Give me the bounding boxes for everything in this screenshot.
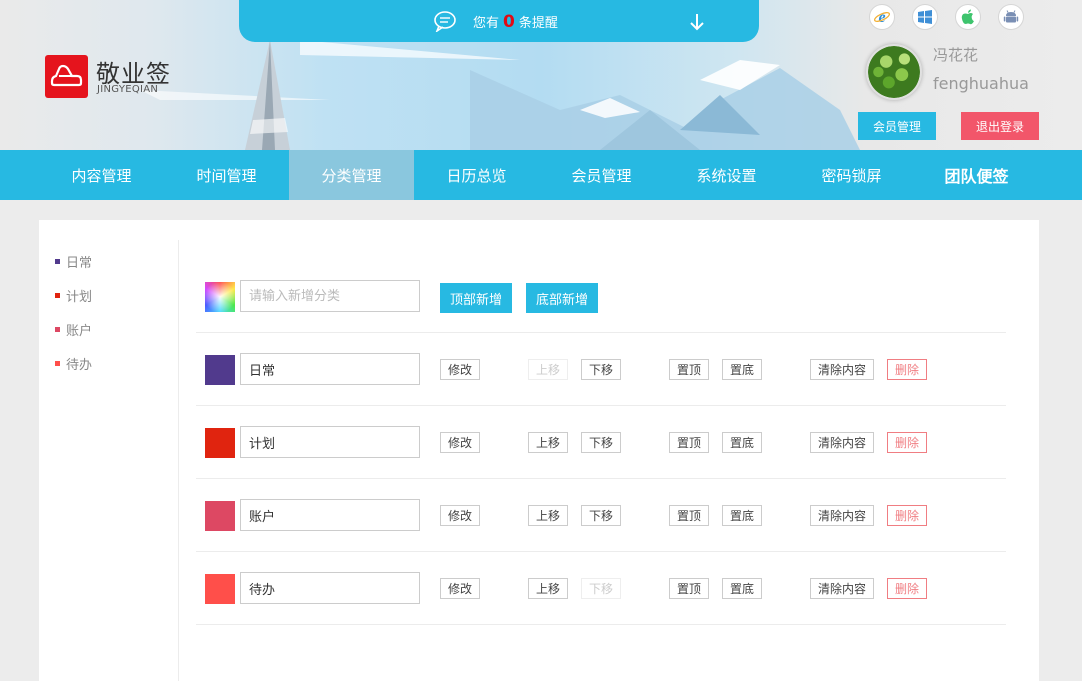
sidebar-item-daily[interactable]: 日常	[55, 252, 92, 271]
move-down-button[interactable]: 下移	[581, 578, 622, 599]
color-dot	[55, 259, 60, 264]
move-up-button[interactable]: 上移	[528, 578, 569, 599]
pin-top-button[interactable]: 置顶	[669, 505, 710, 526]
color-dot	[55, 361, 60, 366]
svg-text:e: e	[878, 9, 885, 26]
nav-time-management[interactable]: 时间管理	[164, 150, 289, 200]
chat-bubble-icon	[433, 10, 457, 34]
sidebar-item-label: 账户	[66, 324, 93, 339]
nav-content-management[interactable]: 内容管理	[39, 150, 164, 200]
sidebar-item-label: 日常	[66, 256, 93, 271]
logo-icon[interactable]	[45, 55, 88, 98]
add-top-button[interactable]: 顶部新增	[440, 283, 513, 313]
move-down-button[interactable]: 下移	[581, 505, 622, 526]
category-row: 修改 上移 下移 置顶 置底 清除内容 删除	[196, 406, 1006, 479]
user-name-en: fenghuahua	[933, 74, 1029, 93]
category-row: 修改 上移 下移 置顶 置底 清除内容 删除	[196, 479, 1006, 552]
member-management-button[interactable]: 会员管理	[858, 112, 936, 140]
nav-password-lock[interactable]: 密码锁屏	[789, 150, 914, 200]
ie-icon[interactable]: e	[869, 4, 895, 30]
add-bottom-button[interactable]: 底部新增	[526, 283, 599, 313]
pin-top-button[interactable]: 置顶	[669, 359, 710, 380]
category-name-input[interactable]	[240, 572, 420, 604]
move-up-button[interactable]: 上移	[528, 359, 569, 380]
sidebar-item-account[interactable]: 账户	[55, 320, 92, 339]
category-name-input[interactable]	[240, 426, 420, 458]
nav-team-notes[interactable]: 团队便签	[914, 150, 1039, 200]
nav-calendar-overview[interactable]: 日历总览	[414, 150, 539, 200]
header: 您有 0 条提醒 敬业签 JINGYEQIAN e 冯花花 fenghuahua…	[0, 0, 1082, 150]
main-nav: 内容管理 时间管理 分类管理 日历总览 会员管理 系统设置 密码锁屏 团队便签	[0, 150, 1082, 200]
category-name-input[interactable]	[240, 499, 420, 531]
color-dot	[55, 293, 60, 298]
reminder-suffix: 条提醒	[518, 16, 558, 31]
sidebar-item-todo[interactable]: 待办	[55, 354, 92, 373]
brand-subtitle: JINGYEQIAN	[97, 84, 159, 95]
windows-icon[interactable]	[912, 4, 938, 30]
arrow-down-icon[interactable]	[687, 12, 707, 32]
apple-icon[interactable]	[955, 4, 981, 30]
color-swatch[interactable]	[205, 355, 235, 385]
clear-content-button[interactable]: 清除内容	[810, 359, 875, 380]
nav-member-management[interactable]: 会员管理	[539, 150, 664, 200]
move-down-button[interactable]: 下移	[581, 432, 622, 453]
android-icon[interactable]	[998, 4, 1024, 30]
logout-button[interactable]: 退出登录	[961, 112, 1039, 140]
add-category-row: 顶部新增 底部新增	[196, 260, 1006, 333]
reminder-count: 0	[503, 12, 515, 32]
nav-system-settings[interactable]: 系统设置	[664, 150, 789, 200]
color-picker[interactable]	[205, 282, 235, 312]
color-swatch[interactable]	[205, 501, 235, 531]
reminder-bar[interactable]: 您有 0 条提醒	[239, 0, 759, 42]
delete-button[interactable]: 删除	[887, 432, 928, 453]
pin-top-button[interactable]: 置顶	[669, 432, 710, 453]
delete-button[interactable]: 删除	[887, 359, 928, 380]
pin-bottom-button[interactable]: 置底	[722, 432, 763, 453]
edit-button[interactable]: 修改	[440, 505, 481, 526]
platform-links: e	[869, 4, 1024, 30]
clear-content-button[interactable]: 清除内容	[810, 432, 875, 453]
sidebar-item-plan[interactable]: 计划	[55, 286, 92, 305]
clear-content-button[interactable]: 清除内容	[810, 578, 875, 599]
move-up-button[interactable]: 上移	[528, 505, 569, 526]
nav-category-management[interactable]: 分类管理	[289, 150, 414, 200]
reminder-text: 您有 0 条提醒	[473, 12, 558, 32]
pin-bottom-button[interactable]: 置底	[722, 505, 763, 526]
category-panel: 日常 计划 账户 待办 顶部新增 底部新增 修改 上移 下移 置顶 置底 清除内…	[39, 220, 1039, 681]
move-up-button[interactable]: 上移	[528, 432, 569, 453]
edit-button[interactable]: 修改	[440, 359, 481, 380]
category-row: 修改 上移 下移 置顶 置底 清除内容 删除	[196, 552, 1006, 625]
move-down-button[interactable]: 下移	[581, 359, 622, 380]
pin-bottom-button[interactable]: 置底	[722, 578, 763, 599]
reminder-prefix: 您有	[473, 16, 500, 31]
pin-bottom-button[interactable]: 置底	[722, 359, 763, 380]
new-category-input[interactable]	[240, 280, 420, 312]
avatar[interactable]	[866, 44, 922, 100]
user-name-cn: 冯花花	[933, 46, 979, 64]
edit-button[interactable]: 修改	[440, 432, 481, 453]
pin-top-button[interactable]: 置顶	[669, 578, 710, 599]
color-dot	[55, 327, 60, 332]
edit-button[interactable]: 修改	[440, 578, 481, 599]
delete-button[interactable]: 删除	[887, 578, 928, 599]
category-sidebar: 日常 计划 账户 待办	[39, 240, 179, 681]
delete-button[interactable]: 删除	[887, 505, 928, 526]
category-row: 修改 上移 下移 置顶 置底 清除内容 删除	[196, 333, 1006, 406]
clear-content-button[interactable]: 清除内容	[810, 505, 875, 526]
color-swatch[interactable]	[205, 574, 235, 604]
sidebar-item-label: 计划	[66, 290, 93, 305]
sidebar-item-label: 待办	[66, 358, 93, 373]
category-name-input[interactable]	[240, 353, 420, 385]
color-swatch[interactable]	[205, 428, 235, 458]
